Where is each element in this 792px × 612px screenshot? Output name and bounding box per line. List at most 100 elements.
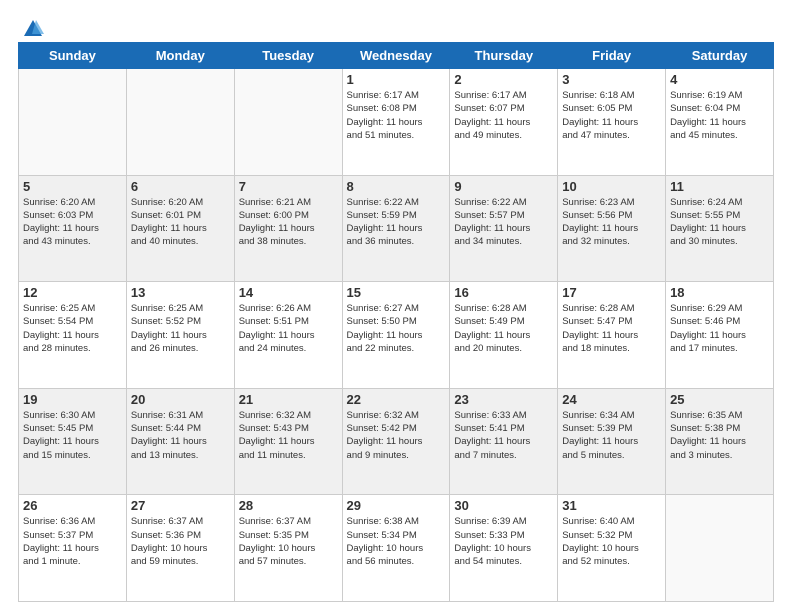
calendar-cell: 23 Sunrise: 6:33 AM Sunset: 5:41 PM Dayli… [450, 388, 558, 495]
calendar-cell [666, 495, 774, 602]
calendar-week-row: 26 Sunrise: 6:36 AM Sunset: 5:37 PM Dayli… [19, 495, 774, 602]
day-number: 8 [347, 179, 446, 194]
calendar-cell [234, 69, 342, 176]
weekday-header: Wednesday [342, 43, 450, 69]
logo [18, 18, 44, 34]
day-info: Sunrise: 6:18 AM Sunset: 6:05 PM Dayligh… [562, 89, 661, 142]
calendar-cell: 11 Sunrise: 6:24 AM Sunset: 5:55 PM Dayli… [666, 175, 774, 282]
day-number: 17 [562, 285, 661, 300]
calendar-cell: 24 Sunrise: 6:34 AM Sunset: 5:39 PM Dayli… [558, 388, 666, 495]
day-number: 16 [454, 285, 553, 300]
day-number: 15 [347, 285, 446, 300]
calendar-cell: 26 Sunrise: 6:36 AM Sunset: 5:37 PM Dayli… [19, 495, 127, 602]
calendar-cell: 28 Sunrise: 6:37 AM Sunset: 5:35 PM Dayli… [234, 495, 342, 602]
day-number: 28 [239, 498, 338, 513]
day-info: Sunrise: 6:26 AM Sunset: 5:51 PM Dayligh… [239, 302, 338, 355]
calendar-cell: 5Sunrise: 6:20 AM Sunset: 6:03 PM Daylig… [19, 175, 127, 282]
day-info: Sunrise: 6:25 AM Sunset: 5:54 PM Dayligh… [23, 302, 122, 355]
day-number: 3 [562, 72, 661, 87]
calendar-cell: 4 Sunrise: 6:19 AM Sunset: 6:04 PM Daylig… [666, 69, 774, 176]
day-number: 21 [239, 392, 338, 407]
calendar-header-row: SundayMondayTuesdayWednesdayThursdayFrid… [19, 43, 774, 69]
calendar-week-row: 1Sunrise: 6:17 AM Sunset: 6:08 PM Daylig… [19, 69, 774, 176]
day-info: Sunrise: 6:35 AM Sunset: 5:38 PM Dayligh… [670, 409, 769, 462]
weekday-header: Friday [558, 43, 666, 69]
day-info: Sunrise: 6:17 AM Sunset: 6:07 PM Dayligh… [454, 89, 553, 142]
day-info: Sunrise: 6:21 AM Sunset: 6:00 PM Dayligh… [239, 196, 338, 249]
day-number: 11 [670, 179, 769, 194]
day-info: Sunrise: 6:30 AM Sunset: 5:45 PM Dayligh… [23, 409, 122, 462]
day-info: Sunrise: 6:17 AM Sunset: 6:08 PM Dayligh… [347, 89, 446, 142]
calendar-cell: 25 Sunrise: 6:35 AM Sunset: 5:38 PM Dayli… [666, 388, 774, 495]
weekday-header: Sunday [19, 43, 127, 69]
day-info: Sunrise: 6:25 AM Sunset: 5:52 PM Dayligh… [131, 302, 230, 355]
day-number: 31 [562, 498, 661, 513]
calendar-cell: 1Sunrise: 6:17 AM Sunset: 6:08 PM Daylig… [342, 69, 450, 176]
calendar-cell: 16 Sunrise: 6:28 AM Sunset: 5:49 PM Dayli… [450, 282, 558, 389]
day-info: Sunrise: 6:20 AM Sunset: 6:01 PM Dayligh… [131, 196, 230, 249]
day-number: 24 [562, 392, 661, 407]
day-info: Sunrise: 6:28 AM Sunset: 5:49 PM Dayligh… [454, 302, 553, 355]
header [18, 18, 774, 34]
day-info: Sunrise: 6:37 AM Sunset: 5:35 PM Dayligh… [239, 515, 338, 568]
day-number: 12 [23, 285, 122, 300]
day-info: Sunrise: 6:32 AM Sunset: 5:43 PM Dayligh… [239, 409, 338, 462]
calendar-cell: 21 Sunrise: 6:32 AM Sunset: 5:43 PM Dayli… [234, 388, 342, 495]
calendar-cell: 20 Sunrise: 6:31 AM Sunset: 5:44 PM Dayli… [126, 388, 234, 495]
day-info: Sunrise: 6:37 AM Sunset: 5:36 PM Dayligh… [131, 515, 230, 568]
day-number: 27 [131, 498, 230, 513]
day-info: Sunrise: 6:31 AM Sunset: 5:44 PM Dayligh… [131, 409, 230, 462]
calendar-cell: 7 Sunrise: 6:21 AM Sunset: 6:00 PM Daylig… [234, 175, 342, 282]
calendar-cell: 27 Sunrise: 6:37 AM Sunset: 5:36 PM Dayli… [126, 495, 234, 602]
day-info: Sunrise: 6:34 AM Sunset: 5:39 PM Dayligh… [562, 409, 661, 462]
calendar-cell: 9Sunrise: 6:22 AM Sunset: 5:57 PM Daylig… [450, 175, 558, 282]
day-number: 19 [23, 392, 122, 407]
day-info: Sunrise: 6:20 AM Sunset: 6:03 PM Dayligh… [23, 196, 122, 249]
day-info: Sunrise: 6:23 AM Sunset: 5:56 PM Dayligh… [562, 196, 661, 249]
day-info: Sunrise: 6:27 AM Sunset: 5:50 PM Dayligh… [347, 302, 446, 355]
weekday-header: Saturday [666, 43, 774, 69]
day-number: 14 [239, 285, 338, 300]
weekday-header: Tuesday [234, 43, 342, 69]
day-number: 4 [670, 72, 769, 87]
day-number: 23 [454, 392, 553, 407]
day-info: Sunrise: 6:28 AM Sunset: 5:47 PM Dayligh… [562, 302, 661, 355]
calendar-cell: 18Sunrise: 6:29 AM Sunset: 5:46 PM Dayli… [666, 282, 774, 389]
day-number: 10 [562, 179, 661, 194]
day-number: 6 [131, 179, 230, 194]
calendar-week-row: 12 Sunrise: 6:25 AM Sunset: 5:54 PM Dayli… [19, 282, 774, 389]
day-info: Sunrise: 6:38 AM Sunset: 5:34 PM Dayligh… [347, 515, 446, 568]
calendar-cell: 6 Sunrise: 6:20 AM Sunset: 6:01 PM Daylig… [126, 175, 234, 282]
calendar-cell: 31Sunrise: 6:40 AM Sunset: 5:32 PM Dayli… [558, 495, 666, 602]
logo-icon [22, 18, 44, 40]
day-number: 25 [670, 392, 769, 407]
calendar-cell: 3 Sunrise: 6:18 AM Sunset: 6:05 PM Daylig… [558, 69, 666, 176]
day-info: Sunrise: 6:39 AM Sunset: 5:33 PM Dayligh… [454, 515, 553, 568]
day-info: Sunrise: 6:19 AM Sunset: 6:04 PM Dayligh… [670, 89, 769, 142]
calendar-cell: 19 Sunrise: 6:30 AM Sunset: 5:45 PM Dayli… [19, 388, 127, 495]
calendar-cell: 22 Sunrise: 6:32 AM Sunset: 5:42 PM Dayli… [342, 388, 450, 495]
weekday-header: Thursday [450, 43, 558, 69]
page: SundayMondayTuesdayWednesdayThursdayFrid… [0, 0, 792, 612]
day-number: 29 [347, 498, 446, 513]
day-info: Sunrise: 6:22 AM Sunset: 5:57 PM Dayligh… [454, 196, 553, 249]
day-number: 30 [454, 498, 553, 513]
day-info: Sunrise: 6:33 AM Sunset: 5:41 PM Dayligh… [454, 409, 553, 462]
calendar-cell: 17 Sunrise: 6:28 AM Sunset: 5:47 PM Dayli… [558, 282, 666, 389]
calendar-cell [19, 69, 127, 176]
day-info: Sunrise: 6:36 AM Sunset: 5:37 PM Dayligh… [23, 515, 122, 568]
day-number: 13 [131, 285, 230, 300]
day-number: 26 [23, 498, 122, 513]
day-info: Sunrise: 6:24 AM Sunset: 5:55 PM Dayligh… [670, 196, 769, 249]
day-number: 7 [239, 179, 338, 194]
calendar-table: SundayMondayTuesdayWednesdayThursdayFrid… [18, 42, 774, 602]
day-number: 22 [347, 392, 446, 407]
day-info: Sunrise: 6:29 AM Sunset: 5:46 PM Dayligh… [670, 302, 769, 355]
day-info: Sunrise: 6:32 AM Sunset: 5:42 PM Dayligh… [347, 409, 446, 462]
weekday-header: Monday [126, 43, 234, 69]
calendar-cell: 8Sunrise: 6:22 AM Sunset: 5:59 PM Daylig… [342, 175, 450, 282]
calendar-cell: 14 Sunrise: 6:26 AM Sunset: 5:51 PM Dayli… [234, 282, 342, 389]
calendar-cell: 29 Sunrise: 6:38 AM Sunset: 5:34 PM Dayli… [342, 495, 450, 602]
calendar-cell: 10 Sunrise: 6:23 AM Sunset: 5:56 PM Dayli… [558, 175, 666, 282]
day-number: 20 [131, 392, 230, 407]
